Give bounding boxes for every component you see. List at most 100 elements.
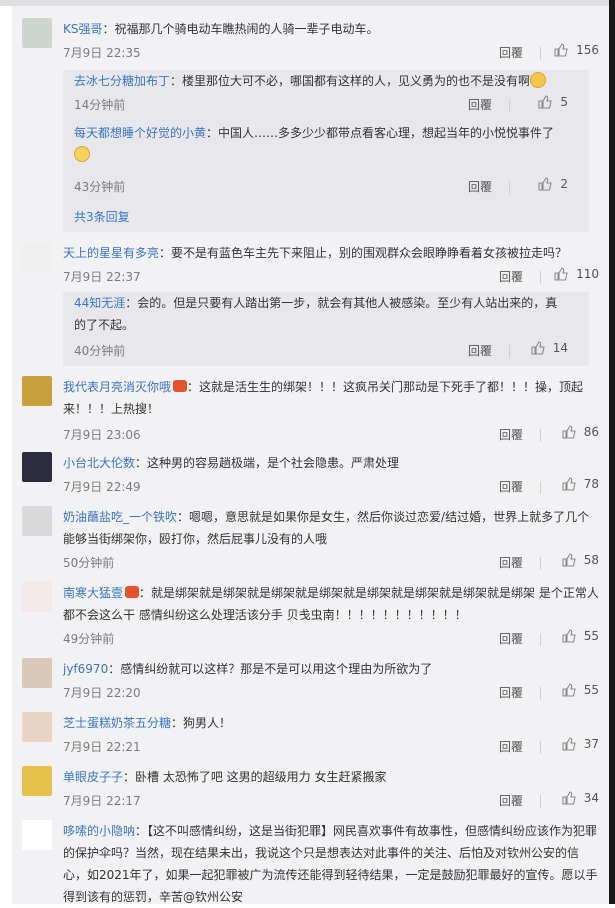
like-count: 34 [583, 791, 599, 805]
reply-button[interactable]: 回覆 [499, 268, 523, 285]
divider [540, 47, 541, 60]
username-link[interactable]: 去冰七分糖加布丁 [74, 74, 170, 88]
like-count: 55 [583, 683, 599, 697]
timestamp: 7月9日 22:17 [63, 794, 141, 808]
avatar[interactable] [22, 712, 52, 742]
comment-meta: 7月9日 23:06 回覆 86 [63, 425, 599, 446]
avatar[interactable] [22, 820, 52, 850]
smile-emoji-icon [74, 146, 90, 162]
reply-button[interactable]: 回覆 [468, 342, 492, 359]
scrollbar[interactable] [609, 0, 615, 904]
username-link[interactable]: 南寒大猛壹 [63, 586, 123, 600]
comment-text: 单眼皮子子：卧槽 太恐怖了吧 这男的超级用力 女生赶紧搬家 [63, 770, 387, 784]
like-button[interactable]: 78 [562, 477, 599, 491]
show-all-replies-link[interactable]: 共3条回复 [74, 208, 130, 225]
username-link[interactable]: 我代表月亮消灭你哦 [63, 380, 171, 394]
comment-meta: 49分钟前 回覆 55 [63, 629, 599, 650]
thumbs-up-icon [554, 43, 568, 57]
reply-button[interactable]: 回覆 [499, 792, 523, 809]
avatar[interactable] [22, 242, 52, 272]
like-button[interactable]: 156 [554, 43, 599, 57]
like-button[interactable]: 86 [562, 425, 599, 439]
like-button[interactable]: 14 [531, 341, 568, 355]
thumbs-up-icon [562, 553, 576, 567]
thumbs-up-icon [531, 341, 545, 355]
like-count: 37 [583, 737, 599, 751]
like-button[interactable]: 58 [562, 553, 599, 567]
like-count: 5 [560, 95, 568, 109]
like-count: 55 [583, 629, 599, 643]
timestamp: 50分钟前 [63, 556, 115, 570]
username-link[interactable]: 每天都想睡个好觉的小黄 [74, 126, 206, 140]
thumbs-up-icon [562, 629, 576, 643]
avatar[interactable] [22, 452, 52, 482]
reply-meta: 43分钟前 回覆 2 [74, 177, 568, 198]
reply-button[interactable]: 回覆 [499, 738, 523, 755]
reply-button[interactable]: 回覆 [468, 96, 492, 113]
timestamp: 43分钟前 [74, 180, 126, 194]
like-count: 156 [576, 43, 599, 57]
divider [509, 99, 510, 112]
reply-button[interactable]: 回覆 [499, 554, 523, 571]
comment-meta: 7月9日 22:49 回覆 78 [63, 477, 599, 498]
like-button[interactable]: 55 [562, 683, 599, 697]
comment-text: 小台北大伦数：这种男的容易趟极端，是个社会隐患。严肃处理 [63, 456, 400, 470]
like-count: 78 [583, 477, 599, 491]
like-button[interactable]: 34 [562, 791, 599, 805]
like-count: 110 [576, 267, 599, 281]
comment-text: jyf6970：感情纠纷就可以这样？那是不是可以用这个理由为所欲为了 [63, 662, 433, 676]
avatar[interactable] [22, 658, 52, 688]
comment-text: 奶油蘸盐吃_一个铁吹：嗯嗯，意思就是如果你是女生，然后你谈过恋爱/结过婚，世界上… [63, 510, 590, 546]
reply-button[interactable]: 回覆 [499, 426, 523, 443]
username-link[interactable]: 哆嗦的小隐呐 [63, 824, 135, 838]
username-link[interactable]: 芝士蛋糕奶茶五分糖 [63, 716, 171, 730]
thumbs-up-icon [562, 477, 576, 491]
reply-thread: 去冰七分糖加布丁：楼里那位大可不必，哪国都有这样的人，见义勇为的也不是没有啊 1… [63, 70, 589, 232]
comment-meta: 50分钟前 回覆 58 [63, 553, 599, 574]
avatar[interactable] [22, 582, 52, 612]
avatar[interactable] [22, 18, 52, 48]
reply-meta: 40分钟前 回覆 14 [74, 341, 568, 362]
timestamp: 7月9日 22:35 [63, 46, 141, 60]
username-link[interactable]: 天上的星星有多亮 [63, 246, 159, 260]
username-link[interactable]: 单眼皮子子 [63, 770, 123, 784]
like-count: 58 [583, 553, 599, 567]
like-button[interactable]: 110 [554, 267, 599, 281]
reply-thread: 44知无涯：会的。但是只要有人踏出第一步，就会有其他人被感染。至少有人站出来的，… [63, 292, 589, 366]
reply-button[interactable]: 回覆 [468, 178, 492, 195]
reply-button[interactable]: 回覆 [499, 44, 523, 61]
comment-text: 天上的星星有多亮：要不是有蓝色车主先下来阻止，别的围观群众会眼睁睁看着女孩被拉走… [63, 246, 568, 260]
thumbs-up-icon [562, 791, 576, 805]
username-link[interactable]: 44知无涯 [74, 296, 125, 310]
comment-text: 我代表月亮消灭你哦 ：这就是活生生的绑架！！！这疯吊关门那动是下死手了都！！！操，… [63, 380, 584, 416]
like-button[interactable]: 2 [538, 177, 568, 191]
like-button[interactable]: 55 [562, 629, 599, 643]
vip-badge-icon [173, 380, 188, 392]
username-link[interactable]: 小台北大伦数 [63, 456, 135, 470]
like-button[interactable]: 5 [538, 95, 568, 109]
divider [540, 271, 541, 284]
timestamp: 7月9日 23:06 [63, 428, 141, 442]
reply-button[interactable]: 回覆 [499, 630, 523, 647]
divider [540, 429, 541, 442]
timestamp: 7月9日 22:20 [63, 686, 141, 700]
thumbs-up-icon [562, 683, 576, 697]
like-count: 14 [552, 341, 568, 355]
divider [509, 181, 510, 194]
username-link[interactable]: 奶油蘸盐吃_一个铁吹 [63, 510, 177, 524]
comment-meta: 7月9日 22:20 回覆 55 [63, 683, 599, 704]
avatar[interactable] [22, 506, 52, 536]
timestamp: 7月9日 22:49 [63, 480, 141, 494]
thumbs-up-icon [538, 177, 553, 191]
like-button[interactable]: 37 [562, 737, 599, 751]
timestamp: 7月9日 22:21 [63, 740, 141, 754]
reply-button[interactable]: 回覆 [499, 478, 523, 495]
vip-badge-icon [125, 586, 140, 598]
comment-meta: 7月9日 22:21 回覆 37 [63, 737, 599, 758]
username-link[interactable]: jyf6970 [63, 662, 108, 676]
reply-button[interactable]: 回覆 [499, 684, 523, 701]
comment-meta: 7月9日 22:37 回覆 110 [63, 267, 599, 288]
avatar[interactable] [22, 376, 52, 406]
avatar[interactable] [22, 766, 52, 796]
username-link[interactable]: KS强哥 [63, 22, 103, 36]
